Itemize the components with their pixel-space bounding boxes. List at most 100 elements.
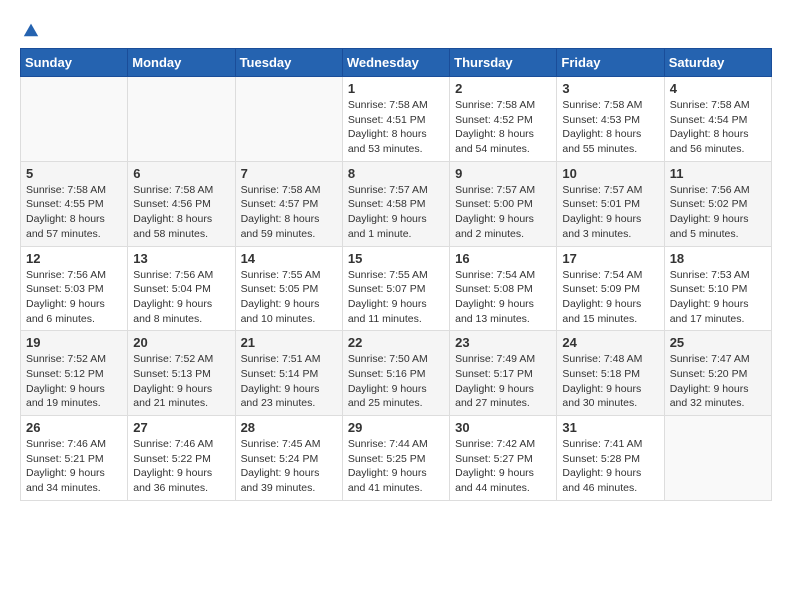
day-info: Sunrise: 7:58 AM Sunset: 4:53 PM Dayligh… — [562, 98, 658, 157]
day-number: 2 — [455, 81, 551, 96]
calendar-day-25: 25 Sunrise: 7:47 AM Sunset: 5:20 PM Dayli… — [664, 331, 771, 416]
calendar-day-30: 30 Sunrise: 7:42 AM Sunset: 5:27 PM Dayli… — [450, 416, 557, 501]
day-number: 14 — [241, 251, 337, 266]
calendar-table: SundayMondayTuesdayWednesdayThursdayFrid… — [20, 48, 772, 501]
day-number: 29 — [348, 420, 444, 435]
calendar-day-28: 28 Sunrise: 7:45 AM Sunset: 5:24 PM Dayli… — [235, 416, 342, 501]
day-info: Sunrise: 7:45 AM Sunset: 5:24 PM Dayligh… — [241, 437, 337, 496]
day-info: Sunrise: 7:53 AM Sunset: 5:10 PM Dayligh… — [670, 268, 766, 327]
day-info: Sunrise: 7:49 AM Sunset: 5:17 PM Dayligh… — [455, 352, 551, 411]
calendar-day-1: 1Sunrise: 7:58 AM Sunset: 4:51 PM Daylig… — [342, 77, 449, 162]
day-number: 26 — [26, 420, 122, 435]
logo — [20, 20, 40, 38]
calendar-day-9: 9 Sunrise: 7:57 AM Sunset: 5:00 PM Daylig… — [450, 161, 557, 246]
day-info: Sunrise: 7:41 AM Sunset: 5:28 PM Dayligh… — [562, 437, 658, 496]
day-number: 17 — [562, 251, 658, 266]
day-info: Sunrise: 7:54 AM Sunset: 5:08 PM Dayligh… — [455, 268, 551, 327]
day-number: 22 — [348, 335, 444, 350]
day-info: Sunrise: 7:57 AM Sunset: 5:00 PM Dayligh… — [455, 183, 551, 242]
day-info: Sunrise: 7:58 AM Sunset: 4:57 PM Dayligh… — [241, 183, 337, 242]
calendar-day-5: 5 Sunrise: 7:58 AM Sunset: 4:55 PM Daylig… — [21, 161, 128, 246]
weekday-header-thursday: Thursday — [450, 49, 557, 77]
day-info: Sunrise: 7:55 AM Sunset: 5:05 PM Dayligh… — [241, 268, 337, 327]
calendar-week-row: 12 Sunrise: 7:56 AM Sunset: 5:03 PM Dayli… — [21, 246, 772, 331]
weekday-header-friday: Friday — [557, 49, 664, 77]
calendar-day-26: 26 Sunrise: 7:46 AM Sunset: 5:21 PM Dayli… — [21, 416, 128, 501]
day-info: Sunrise: 7:56 AM Sunset: 5:02 PM Dayligh… — [670, 183, 766, 242]
day-number: 24 — [562, 335, 658, 350]
day-number: 21 — [241, 335, 337, 350]
calendar-day-13: 13 Sunrise: 7:56 AM Sunset: 5:04 PM Dayli… — [128, 246, 235, 331]
day-number: 31 — [562, 420, 658, 435]
day-info: Sunrise: 7:54 AM Sunset: 5:09 PM Dayligh… — [562, 268, 658, 327]
calendar-day-22: 22 Sunrise: 7:50 AM Sunset: 5:16 PM Dayli… — [342, 331, 449, 416]
day-number: 4 — [670, 81, 766, 96]
day-number: 16 — [455, 251, 551, 266]
day-info: Sunrise: 7:58 AM Sunset: 4:52 PM Dayligh… — [455, 98, 551, 157]
calendar-week-row: 26 Sunrise: 7:46 AM Sunset: 5:21 PM Dayli… — [21, 416, 772, 501]
calendar-week-row: 19Sunrise: 7:52 AM Sunset: 5:12 PM Dayli… — [21, 331, 772, 416]
day-number: 10 — [562, 166, 658, 181]
day-number: 12 — [26, 251, 122, 266]
calendar-day-10: 10 Sunrise: 7:57 AM Sunset: 5:01 PM Dayli… — [557, 161, 664, 246]
day-info: Sunrise: 7:47 AM Sunset: 5:20 PM Dayligh… — [670, 352, 766, 411]
day-number: 13 — [133, 251, 229, 266]
page-header — [20, 20, 772, 38]
calendar-week-row: 1Sunrise: 7:58 AM Sunset: 4:51 PM Daylig… — [21, 77, 772, 162]
day-info: Sunrise: 7:46 AM Sunset: 5:21 PM Dayligh… — [26, 437, 122, 496]
day-number: 30 — [455, 420, 551, 435]
weekday-header-sunday: Sunday — [21, 49, 128, 77]
day-number: 23 — [455, 335, 551, 350]
day-number: 7 — [241, 166, 337, 181]
weekday-header-wednesday: Wednesday — [342, 49, 449, 77]
calendar-day-29: 29 Sunrise: 7:44 AM Sunset: 5:25 PM Dayli… — [342, 416, 449, 501]
day-number: 25 — [670, 335, 766, 350]
calendar-day-12: 12 Sunrise: 7:56 AM Sunset: 5:03 PM Dayli… — [21, 246, 128, 331]
calendar-day-4: 4 Sunrise: 7:58 AM Sunset: 4:54 PM Daylig… — [664, 77, 771, 162]
day-info: Sunrise: 7:55 AM Sunset: 5:07 PM Dayligh… — [348, 268, 444, 327]
day-info: Sunrise: 7:57 AM Sunset: 5:01 PM Dayligh… — [562, 183, 658, 242]
day-info: Sunrise: 7:50 AM Sunset: 5:16 PM Dayligh… — [348, 352, 444, 411]
calendar-day-15: 15Sunrise: 7:55 AM Sunset: 5:07 PM Dayli… — [342, 246, 449, 331]
day-number: 9 — [455, 166, 551, 181]
calendar-day-24: 24 Sunrise: 7:48 AM Sunset: 5:18 PM Dayli… — [557, 331, 664, 416]
day-info: Sunrise: 7:56 AM Sunset: 5:04 PM Dayligh… — [133, 268, 229, 327]
day-number: 3 — [562, 81, 658, 96]
day-info: Sunrise: 7:42 AM Sunset: 5:27 PM Dayligh… — [455, 437, 551, 496]
day-number: 18 — [670, 251, 766, 266]
day-info: Sunrise: 7:58 AM Sunset: 4:51 PM Dayligh… — [348, 98, 444, 157]
calendar-day-21: 21 Sunrise: 7:51 AM Sunset: 5:14 PM Dayli… — [235, 331, 342, 416]
calendar-day-3: 3 Sunrise: 7:58 AM Sunset: 4:53 PM Daylig… — [557, 77, 664, 162]
calendar-empty-cell — [664, 416, 771, 501]
day-info: Sunrise: 7:58 AM Sunset: 4:54 PM Dayligh… — [670, 98, 766, 157]
calendar-day-27: 27Sunrise: 7:46 AM Sunset: 5:22 PM Dayli… — [128, 416, 235, 501]
weekday-header-saturday: Saturday — [664, 49, 771, 77]
day-number: 11 — [670, 166, 766, 181]
calendar-day-2: 2 Sunrise: 7:58 AM Sunset: 4:52 PM Daylig… — [450, 77, 557, 162]
calendar-day-17: 17 Sunrise: 7:54 AM Sunset: 5:09 PM Dayli… — [557, 246, 664, 331]
day-info: Sunrise: 7:51 AM Sunset: 5:14 PM Dayligh… — [241, 352, 337, 411]
weekday-header-tuesday: Tuesday — [235, 49, 342, 77]
day-info: Sunrise: 7:48 AM Sunset: 5:18 PM Dayligh… — [562, 352, 658, 411]
calendar-empty-cell — [21, 77, 128, 162]
day-info: Sunrise: 7:52 AM Sunset: 5:12 PM Dayligh… — [26, 352, 122, 411]
day-info: Sunrise: 7:56 AM Sunset: 5:03 PM Dayligh… — [26, 268, 122, 327]
calendar-day-11: 11 Sunrise: 7:56 AM Sunset: 5:02 PM Dayli… — [664, 161, 771, 246]
day-number: 20 — [133, 335, 229, 350]
calendar-day-31: 31 Sunrise: 7:41 AM Sunset: 5:28 PM Dayli… — [557, 416, 664, 501]
day-info: Sunrise: 7:58 AM Sunset: 4:55 PM Dayligh… — [26, 183, 122, 242]
calendar-day-20: 20 Sunrise: 7:52 AM Sunset: 5:13 PM Dayli… — [128, 331, 235, 416]
calendar-day-23: 23 Sunrise: 7:49 AM Sunset: 5:17 PM Dayli… — [450, 331, 557, 416]
calendar-day-16: 16 Sunrise: 7:54 AM Sunset: 5:08 PM Dayli… — [450, 246, 557, 331]
day-info: Sunrise: 7:46 AM Sunset: 5:22 PM Dayligh… — [133, 437, 229, 496]
day-number: 5 — [26, 166, 122, 181]
weekday-header-row: SundayMondayTuesdayWednesdayThursdayFrid… — [21, 49, 772, 77]
logo-icon — [22, 20, 40, 38]
calendar-week-row: 5 Sunrise: 7:58 AM Sunset: 4:55 PM Daylig… — [21, 161, 772, 246]
day-info: Sunrise: 7:44 AM Sunset: 5:25 PM Dayligh… — [348, 437, 444, 496]
day-number: 28 — [241, 420, 337, 435]
calendar-empty-cell — [235, 77, 342, 162]
calendar-day-6: 6Sunrise: 7:58 AM Sunset: 4:56 PM Daylig… — [128, 161, 235, 246]
day-info: Sunrise: 7:58 AM Sunset: 4:56 PM Dayligh… — [133, 183, 229, 242]
day-info: Sunrise: 7:52 AM Sunset: 5:13 PM Dayligh… — [133, 352, 229, 411]
